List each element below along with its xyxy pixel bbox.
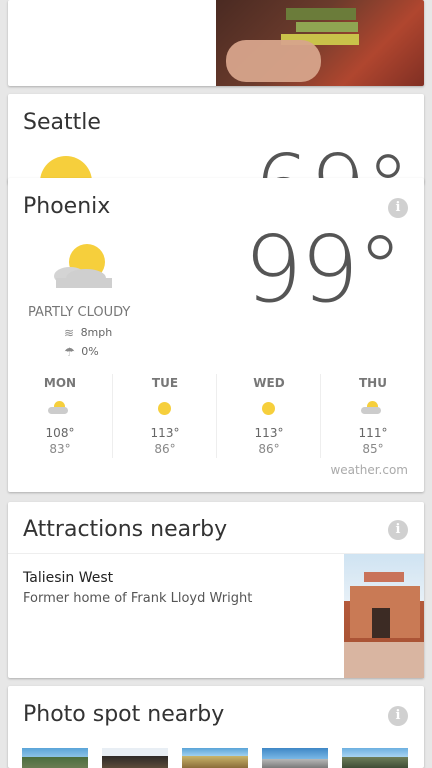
info-icon[interactable]: i xyxy=(388,198,408,218)
precip-chance: 0% xyxy=(81,345,99,358)
forecast-row: MON 108° 83° TUE 113° 86° WED 113° 86° T… xyxy=(8,374,424,458)
forecast-day: WED 113° 86° xyxy=(216,374,321,458)
umbrella-icon: ☂ xyxy=(64,345,75,359)
photo-spot-card[interactable]: Photo spot nearby i xyxy=(8,686,424,768)
partly-cloudy-icon xyxy=(8,396,112,420)
partly-cloudy-icon xyxy=(54,244,112,288)
forecast-high: 108° xyxy=(45,426,75,440)
forecast-low: 86° xyxy=(258,442,280,456)
photo-thumbnail[interactable] xyxy=(262,748,328,768)
forecast-day: MON 108° 83° xyxy=(8,374,112,458)
attraction-description: Former home of Frank Lloyd Wright xyxy=(23,591,253,606)
forecast-day: TUE 113° 86° xyxy=(112,374,217,458)
forecast-high: 111° xyxy=(358,426,388,440)
attractions-card[interactable]: Attractions nearby i Taliesin West Forme… xyxy=(8,502,424,678)
wind-icon: ≋ xyxy=(64,326,75,340)
weather-source-link[interactable]: weather.com xyxy=(330,463,408,477)
card-title: Photo spot nearby xyxy=(23,702,225,727)
photo-thumbnail[interactable] xyxy=(102,748,168,768)
forecast-day-label: TUE xyxy=(151,376,179,390)
thumbnail-detail xyxy=(296,22,358,32)
forecast-day-label: MON xyxy=(43,376,77,390)
sun-icon xyxy=(113,396,217,420)
condition-text: PARTLY CLOUDY xyxy=(28,305,131,320)
forecast-high: 113° xyxy=(150,426,180,440)
forecast-day-label: WED xyxy=(253,376,285,390)
wind-row: ≋ 8mph xyxy=(64,326,112,340)
temperature: 99° xyxy=(244,216,403,323)
city-title: Seattle xyxy=(23,110,101,135)
photo-thumbnail[interactable] xyxy=(342,748,408,768)
weather-card-phoenix[interactable]: Phoenix i 99° PARTLY CLOUDY ≋ 8mph ☂ 0% … xyxy=(8,178,424,492)
wind-speed: 8mph xyxy=(80,326,113,339)
attraction-photo[interactable] xyxy=(344,554,424,678)
info-icon[interactable]: i xyxy=(388,706,408,726)
precip-row: ☂ 0% xyxy=(64,345,99,359)
photo-thumbnail[interactable] xyxy=(22,748,88,768)
card-title: Attractions nearby xyxy=(23,517,228,542)
forecast-low: 86° xyxy=(154,442,176,456)
forecast-high: 113° xyxy=(254,426,284,440)
thumbnail-detail xyxy=(286,8,356,20)
thumbnail-detail xyxy=(226,40,321,82)
video-thumbnail[interactable] xyxy=(216,0,424,86)
forecast-day-label: THU xyxy=(359,376,387,390)
sun-icon xyxy=(217,396,321,420)
info-icon[interactable]: i xyxy=(388,520,408,540)
forecast-low: 85° xyxy=(362,442,384,456)
city-title: Phoenix xyxy=(23,194,111,219)
photo-thumbnail[interactable] xyxy=(182,748,248,768)
video-card[interactable] xyxy=(8,0,424,86)
partly-cloudy-icon xyxy=(321,396,425,420)
attraction-name[interactable]: Taliesin West xyxy=(23,570,113,586)
forecast-day: THU 111° 85° xyxy=(320,374,425,458)
weather-card-seattle[interactable]: Seattle 69° xyxy=(8,94,424,184)
forecast-low: 83° xyxy=(49,442,71,456)
